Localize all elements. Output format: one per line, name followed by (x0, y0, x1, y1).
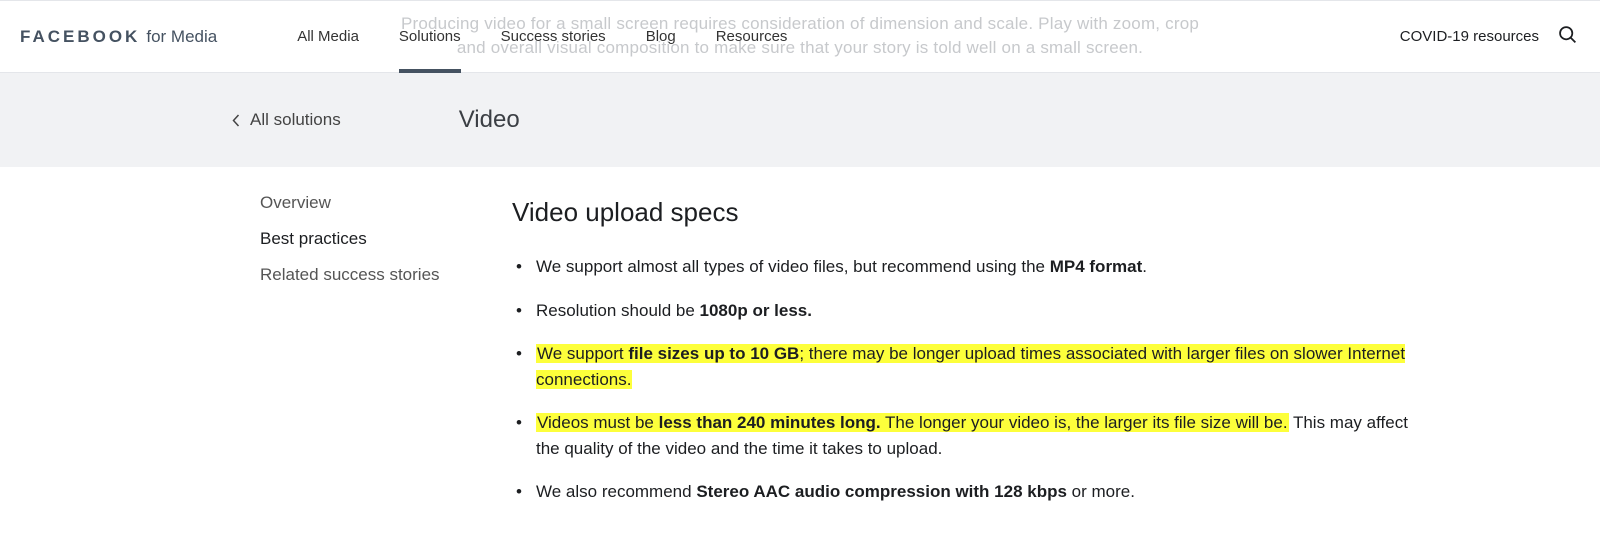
top-navbar: FACEBOOK for Media All Media Solutions S… (0, 0, 1600, 73)
covid-resources-link[interactable]: COVID-19 resources (1400, 28, 1539, 45)
nav-center: All Media Solutions Success stories Blog… (297, 1, 787, 72)
brand-main: FACEBOOK (20, 27, 140, 47)
back-label: All solutions (250, 110, 341, 130)
section-heading: Video upload specs (512, 197, 1412, 228)
nav-right: COVID-19 resources (1400, 24, 1578, 49)
back-all-solutions[interactable]: All solutions (232, 110, 341, 130)
spec-item-filesize: We support file sizes up to 10 GB; there… (512, 341, 1412, 392)
spec-bold: 1080p or less. (700, 301, 812, 320)
sidenav-best-practices[interactable]: Best practices (260, 229, 500, 249)
nav-resources[interactable]: Resources (716, 1, 788, 72)
nav-blog[interactable]: Blog (646, 1, 676, 72)
nav-solutions[interactable]: Solutions (399, 1, 461, 72)
main-column: Video upload specs We support almost all… (512, 193, 1412, 523)
sidenav-related-success[interactable]: Related success stories (260, 265, 500, 285)
sidenav-overview[interactable]: Overview (260, 193, 500, 213)
spec-bold: file sizes up to 10 GB (628, 344, 799, 363)
spec-bold: Stereo AAC audio compression with 128 kb… (696, 482, 1067, 501)
spec-bold: MP4 format (1050, 257, 1143, 276)
chevron-left-icon (232, 114, 240, 127)
side-nav: Overview Best practices Related success … (260, 193, 500, 523)
subheader-band: All solutions Video (0, 73, 1600, 167)
nav-all-media[interactable]: All Media (297, 1, 359, 72)
spec-text: The longer your video is, the larger its… (881, 413, 1288, 432)
spec-text: We support (537, 344, 628, 363)
search-icon[interactable] (1557, 24, 1578, 49)
highlight: Videos must be less than 240 minutes lon… (536, 413, 1289, 432)
spec-bold: less than 240 minutes long. (659, 413, 881, 432)
spec-text: Resolution should be (536, 301, 700, 320)
spec-text: We also recommend (536, 482, 696, 501)
highlight: We support file sizes up to 10 GB; there… (536, 344, 1405, 389)
nav-success-stories[interactable]: Success stories (501, 1, 606, 72)
spec-item-audio: We also recommend Stereo AAC audio compr… (512, 479, 1412, 505)
specs-list: We support almost all types of video fil… (512, 254, 1412, 505)
content-area: Overview Best practices Related success … (0, 167, 1600, 523)
spec-text: We support almost all types of video fil… (536, 257, 1050, 276)
spec-text: . (1142, 257, 1147, 276)
spec-text: Videos must be (537, 413, 659, 432)
spec-item-resolution: Resolution should be 1080p or less. (512, 298, 1412, 324)
spec-text: or more. (1067, 482, 1135, 501)
brand-sub: for Media (146, 27, 217, 47)
spec-item-duration: Videos must be less than 240 minutes lon… (512, 410, 1412, 461)
brand-logo[interactable]: FACEBOOK for Media (20, 27, 217, 47)
spec-item-format: We support almost all types of video fil… (512, 254, 1412, 280)
page-title: Video (459, 106, 520, 134)
